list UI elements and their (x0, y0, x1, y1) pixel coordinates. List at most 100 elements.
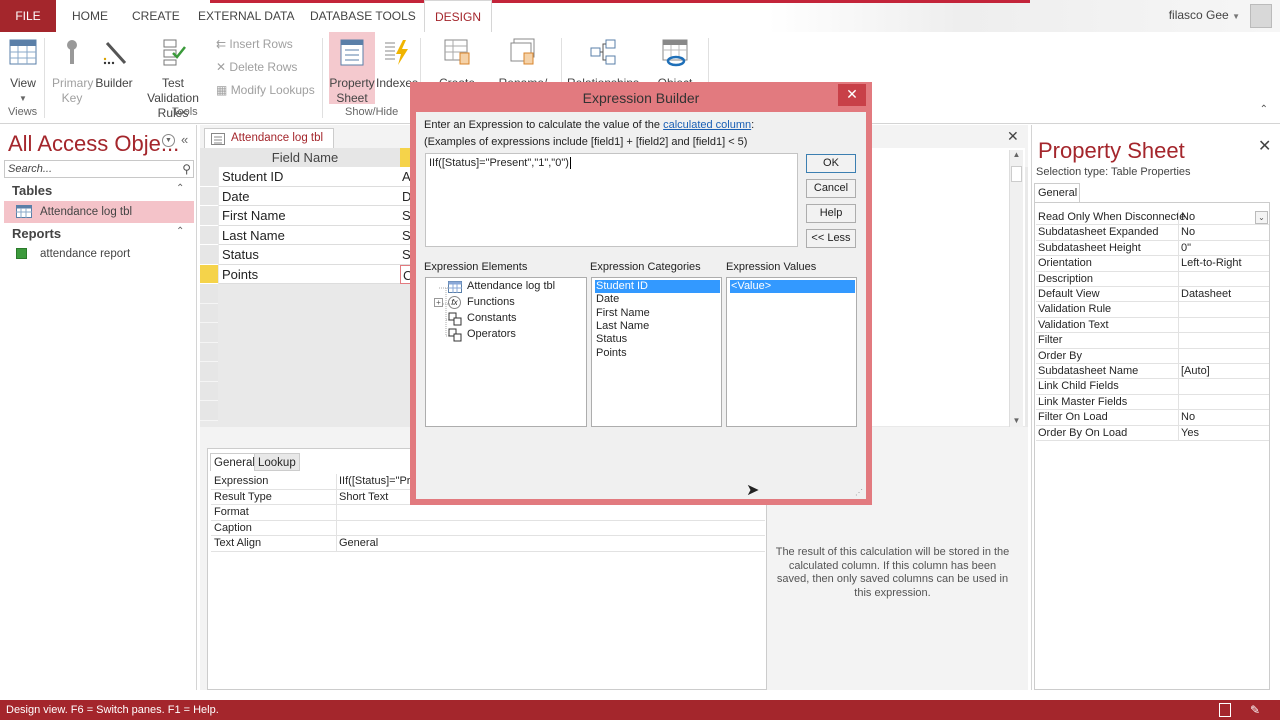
expand-icon[interactable]: + (434, 298, 443, 307)
category-item[interactable]: Points (595, 347, 720, 360)
row-selector[interactable] (200, 401, 218, 421)
tab-home[interactable]: HOME (62, 0, 118, 32)
tab-create[interactable]: CREATE (122, 0, 190, 32)
design-view-status-icon[interactable]: ✎ (1250, 703, 1262, 717)
tab-lookup[interactable]: Lookup (254, 453, 300, 471)
property-sheet-row[interactable]: Subdatasheet Expanded No (1036, 225, 1269, 241)
close-document-icon[interactable]: ✕ (1007, 128, 1019, 145)
value-item[interactable]: <Value> (730, 280, 855, 293)
row-selector[interactable] (200, 186, 218, 206)
field-property-row[interactable]: Caption (211, 520, 765, 536)
nav-search-input[interactable]: Search... ⚲ (4, 160, 194, 178)
user-account[interactable]: filasco Gee ▼ (1169, 8, 1240, 22)
less-button[interactable]: << Less (806, 229, 856, 248)
field-name-cell[interactable]: Points (219, 264, 410, 284)
row-selector[interactable] (200, 225, 218, 245)
property-value[interactable]: [Auto] (1181, 364, 1210, 379)
property-value[interactable]: 0" (1181, 241, 1191, 256)
tab-file[interactable]: FILE (0, 0, 56, 32)
property-sheet-row[interactable]: Subdatasheet Name [Auto] (1036, 364, 1269, 380)
property-value[interactable]: Datasheet (1181, 287, 1231, 302)
property-sheet-row[interactable]: Subdatasheet Height 0" (1036, 240, 1269, 257)
field-row[interactable]: Points C (200, 264, 412, 284)
nav-item-attendance-log-tbl[interactable]: Attendance log tbl (4, 201, 194, 223)
tab-design[interactable]: DESIGN (424, 0, 493, 32)
expression-elements-tree[interactable]: + Attendance log tbl fx Functions Consta… (425, 277, 587, 427)
collapse-section-icon[interactable]: ⌃ (176, 226, 184, 237)
property-value[interactable]: No (1181, 410, 1195, 425)
search-icon[interactable]: ⚲ (179, 161, 191, 177)
property-sheet-row[interactable]: Filter (1036, 333, 1269, 349)
property-sheet-row[interactable]: Order By (1036, 348, 1269, 364)
property-sheet-tab-general[interactable]: General (1034, 183, 1080, 203)
dialog-close-button[interactable]: ✕ (838, 84, 866, 106)
row-selector[interactable] (200, 381, 218, 401)
category-item[interactable]: Status (595, 333, 720, 346)
nav-pane-title[interactable]: All Access Obje... (8, 131, 179, 157)
property-sheet-row[interactable]: Validation Text (1036, 317, 1269, 334)
nav-menu-dropdown-icon[interactable]: ▼ (162, 134, 175, 147)
property-value[interactable]: IIf([Status]="Pre (339, 474, 417, 489)
builder-button[interactable]: Builder (94, 36, 134, 91)
close-property-sheet-icon[interactable]: ✕ (1258, 136, 1271, 156)
view-button[interactable]: View ▼ (6, 36, 40, 106)
scroll-thumb[interactable] (1011, 166, 1022, 182)
property-value[interactable]: General (339, 536, 378, 551)
collapse-ribbon-icon[interactable]: ⌃ (1260, 104, 1268, 115)
field-name-cell[interactable]: Last Name (219, 225, 410, 245)
expression-values-list[interactable]: <Value> (726, 277, 857, 427)
primary-key-button[interactable]: Primary Key (52, 36, 93, 106)
datasheet-view-status-icon[interactable] (1219, 703, 1231, 717)
field-name-cell[interactable]: Status (219, 245, 410, 265)
grid-scrollbar[interactable]: ▲ ▼ (1009, 150, 1023, 427)
field-row[interactable]: Status S (200, 245, 412, 265)
nav-section-tables[interactable]: Tables (12, 183, 52, 198)
category-item[interactable]: Last Name (595, 320, 720, 333)
scroll-up-icon[interactable]: ▲ (1010, 150, 1023, 159)
property-sheet-row[interactable]: Link Child Fields (1036, 379, 1269, 395)
nav-item-attendance-report[interactable]: attendance report (4, 243, 194, 265)
tab-external-data[interactable]: EXTERNAL DATA (188, 0, 304, 32)
property-sheet-row[interactable]: Validation Rule (1036, 302, 1269, 318)
field-property-row[interactable]: Format (211, 505, 765, 521)
tab-database-tools[interactable]: DATABASE TOOLS (300, 0, 426, 32)
category-item[interactable]: First Name (595, 307, 720, 320)
field-row[interactable]: First Name S (200, 206, 412, 226)
field-row[interactable]: Last Name S (200, 225, 412, 245)
cancel-button[interactable]: Cancel (806, 179, 856, 198)
property-sheet-button[interactable]: Property Sheet (329, 32, 375, 105)
nav-section-reports[interactable]: Reports (12, 226, 61, 241)
field-row[interactable]: Date D (200, 186, 412, 206)
category-item[interactable]: Student ID (595, 280, 720, 293)
document-tab-attendance-log-tbl[interactable]: Attendance log tbl (204, 128, 334, 150)
row-selector[interactable] (200, 167, 218, 187)
insert-rows-button[interactable]: ⇇ Insert Rows (216, 37, 293, 51)
tab-general[interactable]: General (210, 453, 259, 471)
collapse-section-icon[interactable]: ⌃ (176, 183, 184, 194)
row-selector[interactable] (200, 264, 218, 284)
field-name-cell[interactable]: Date (219, 186, 410, 206)
help-button[interactable]: Help (806, 204, 856, 223)
field-property-row[interactable]: Text Align General (211, 536, 765, 552)
shutter-bar-close-icon[interactable]: « (181, 132, 188, 147)
row-selector[interactable] (200, 303, 218, 323)
modify-lookups-button[interactable]: ▦ Modify Lookups (216, 83, 315, 97)
expression-input[interactable]: IIf([Status]="Present","1","0") (425, 153, 798, 247)
property-sheet-row[interactable]: Read Only When Disconnecte No (1036, 210, 1269, 226)
property-sheet-row[interactable]: Default View Datasheet (1036, 287, 1269, 303)
dropdown-arrow-icon[interactable]: ⌄ (1255, 211, 1268, 224)
field-name-cell[interactable]: First Name (219, 206, 410, 226)
row-selector[interactable] (200, 323, 218, 343)
row-selector[interactable] (200, 284, 218, 304)
expression-categories-list[interactable]: Student ID Date First Name Last Name Status P… (591, 277, 722, 427)
property-sheet-row[interactable]: Filter On Load No (1036, 410, 1269, 426)
ok-button[interactable]: OK (806, 154, 856, 173)
avatar[interactable] (1250, 4, 1272, 28)
scroll-down-icon[interactable]: ▼ (1010, 416, 1023, 425)
property-sheet-row[interactable]: Orientation Left-to-Right (1036, 256, 1269, 272)
resize-grip-icon[interactable]: ⋰ (855, 488, 863, 497)
field-row[interactable]: Student ID A (200, 167, 412, 187)
property-value[interactable]: Short Text (339, 490, 388, 505)
field-name-cell[interactable]: Student ID (219, 167, 410, 187)
property-sheet-row[interactable]: Order By On Load Yes (1036, 425, 1269, 441)
